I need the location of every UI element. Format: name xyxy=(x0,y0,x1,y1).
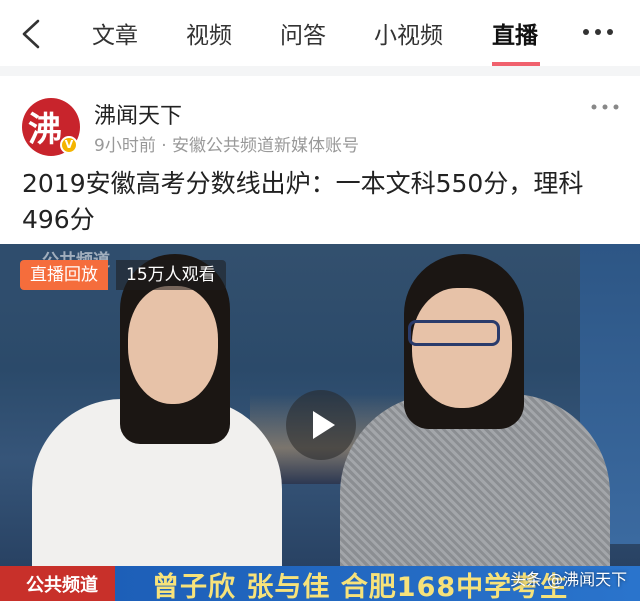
video-player[interactable]: 公共频道 直播回放 15万人观看 公共频道 曾子欣 张与佳 合肥168中学考生 … xyxy=(0,244,640,601)
play-icon xyxy=(313,411,335,439)
person-right-glasses xyxy=(408,320,500,346)
person-right-face xyxy=(412,288,512,408)
section-divider xyxy=(0,66,640,76)
tab-live[interactable]: 直播 xyxy=(492,20,538,52)
post-meta: 9小时前 · 安徽公共频道新媒体账号 xyxy=(94,136,360,156)
play-button[interactable] xyxy=(286,390,356,460)
tab-videos[interactable]: 视频 xyxy=(186,20,232,52)
verified-badge-icon: V xyxy=(60,136,78,154)
article-title[interactable]: 2019安徽高考分数线出炉：一本文科550分，理科496分 xyxy=(22,166,622,238)
top-navigation: 文章 视频 问答 小视频 直播 xyxy=(0,0,640,66)
tab-qa[interactable]: 问答 xyxy=(280,20,326,52)
item-more-icon[interactable] xyxy=(590,100,620,114)
author-name[interactable]: 沸闻天下 xyxy=(94,98,182,130)
tab-articles[interactable]: 文章 xyxy=(92,20,138,52)
avatar-logo-char: 沸 xyxy=(28,110,62,150)
back-chevron-icon[interactable] xyxy=(18,18,46,50)
view-count-badge: 15万人观看 xyxy=(116,260,226,290)
lower-third-channel: 公共频道 xyxy=(26,575,98,596)
lower-third-names: 曾子欣 张与佳 合肥168中学考生 xyxy=(152,572,569,601)
source-watermark: 头条 @沸闻天下 xyxy=(510,570,628,589)
more-horizontal-icon[interactable] xyxy=(580,22,616,42)
person-left-face xyxy=(128,286,218,404)
replay-badge: 直播回放 xyxy=(20,260,108,290)
tab-short-videos[interactable]: 小视频 xyxy=(374,20,443,52)
